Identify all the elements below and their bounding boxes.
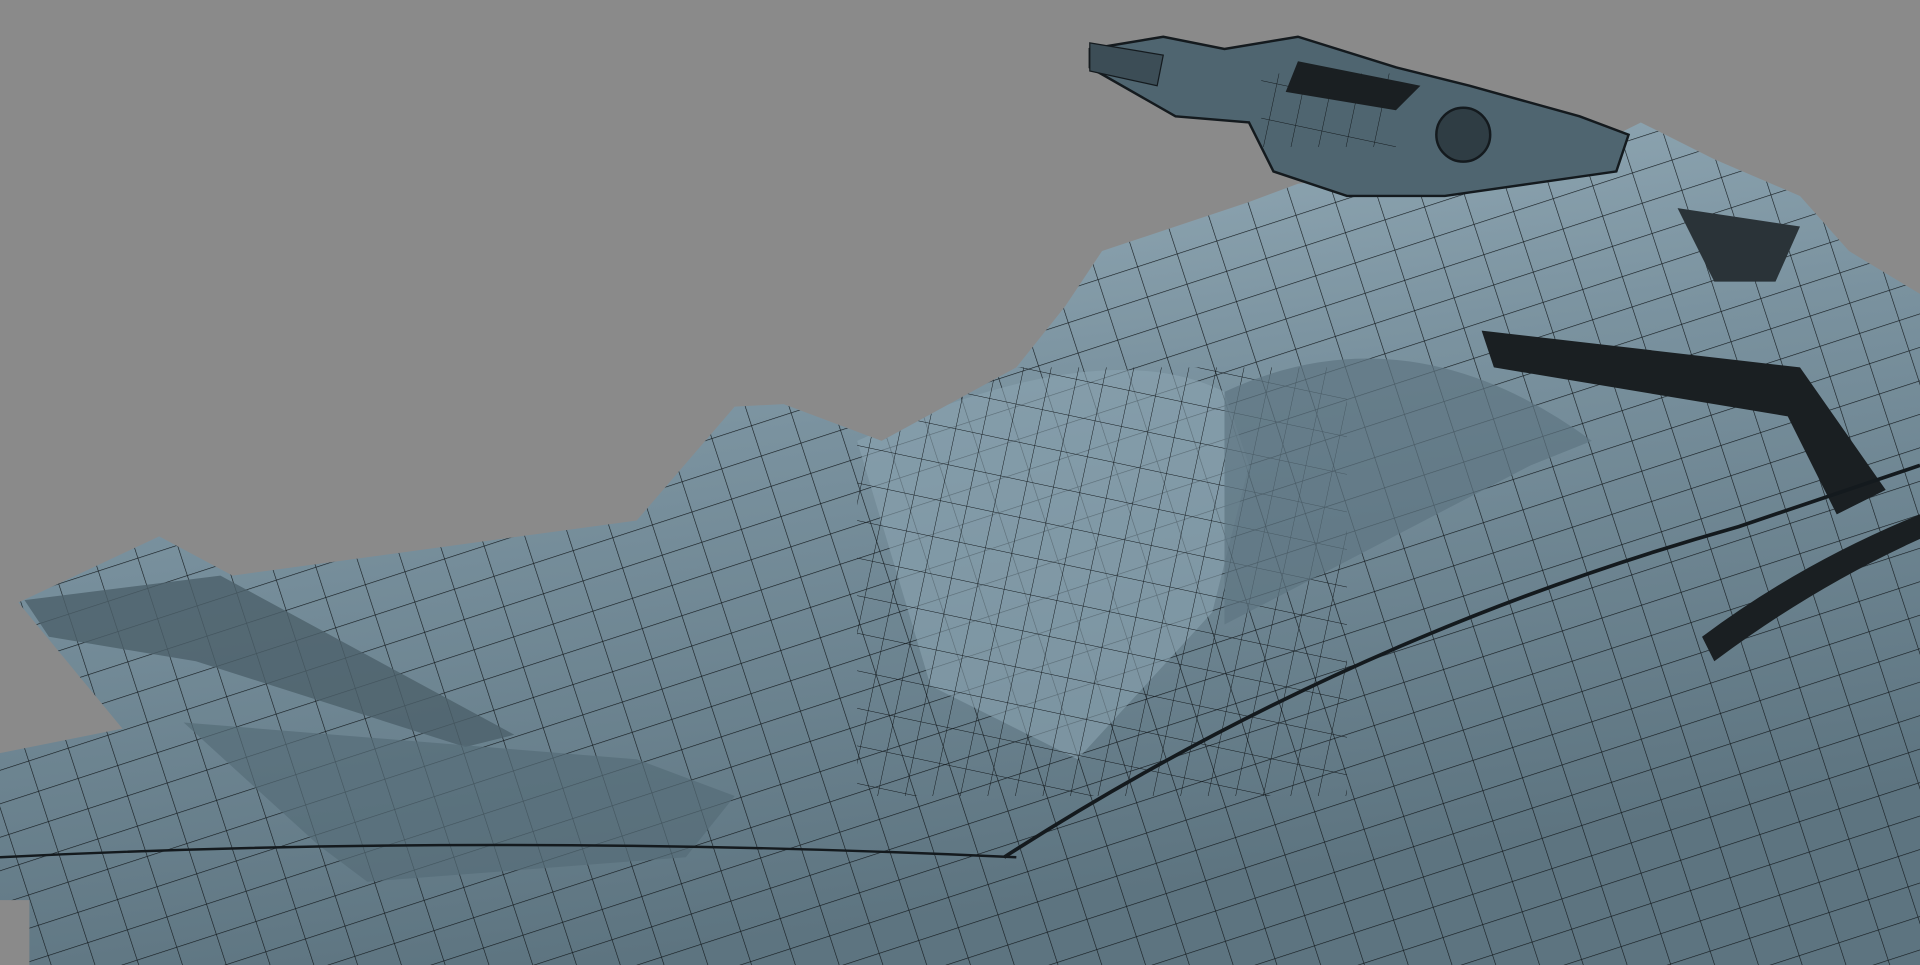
background-gap <box>0 900 30 965</box>
jet-ski-model[interactable] <box>0 0 1920 965</box>
handlebars <box>1088 35 1631 198</box>
3d-viewport[interactable] <box>0 0 1920 965</box>
